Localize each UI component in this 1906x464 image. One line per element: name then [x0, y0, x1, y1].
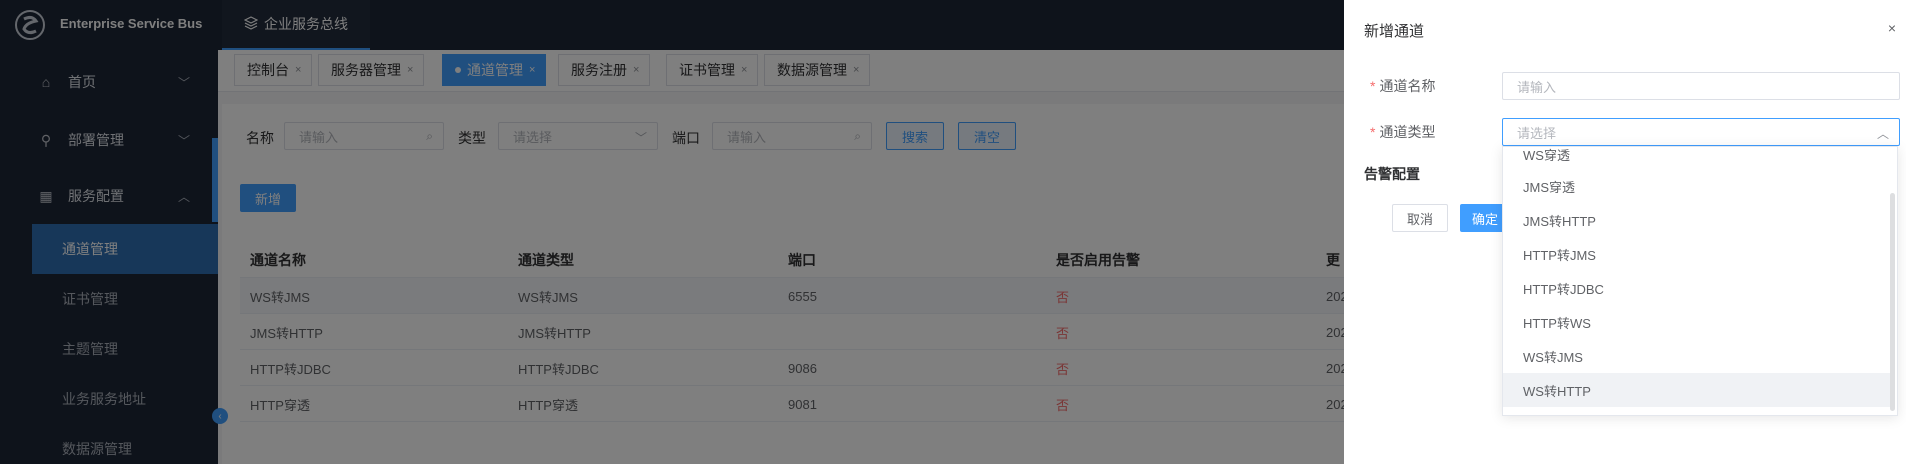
dropdown-option[interactable]: HTTP转JDBC	[1503, 271, 1891, 305]
dropdown-option[interactable]: WS转JMS	[1503, 339, 1891, 373]
channel-name-input[interactable]: 请输入	[1502, 72, 1900, 100]
cancel-button[interactable]: 取消	[1392, 204, 1448, 232]
dropdown-option[interactable]: JMS转HTTP	[1503, 203, 1891, 237]
required-mark: *	[1370, 78, 1376, 94]
placeholder: 请输入	[1517, 79, 1557, 95]
chevron-up-icon: ︿	[1876, 127, 1889, 141]
alarm-config-heading: 告警配置	[1364, 166, 1420, 182]
placeholder: 请选择	[1517, 125, 1557, 141]
channel-type-label: * 通道类型	[1370, 122, 1435, 142]
label-text: 通道类型	[1379, 124, 1436, 140]
dropdown-option[interactable]: WS穿透	[1503, 147, 1891, 171]
dropdown-option[interactable]: HTTP转JMS	[1503, 237, 1891, 271]
drawer-title: 新增通道	[1364, 23, 1425, 40]
channel-name-label: * 通道名称	[1370, 76, 1435, 96]
channel-type-select[interactable]: 请选择 ︿	[1502, 118, 1900, 146]
dropdown-scrollbar[interactable]	[1890, 193, 1895, 411]
required-mark: *	[1370, 124, 1376, 140]
drawer-overlay[interactable]	[0, 0, 1344, 464]
dropdown-option[interactable]: HTTP转WS	[1503, 305, 1891, 339]
label-text: 通道名称	[1379, 78, 1436, 94]
dropdown-option[interactable]: WS转HTTP	[1503, 373, 1891, 407]
dropdown-option[interactable]: JMS穿透	[1503, 169, 1891, 203]
channel-type-dropdown: WS穿透 JMS穿透 JMS转HTTP HTTP转JMS HTTP转JDBC H…	[1502, 146, 1898, 416]
close-icon[interactable]: ×	[1888, 20, 1896, 36]
